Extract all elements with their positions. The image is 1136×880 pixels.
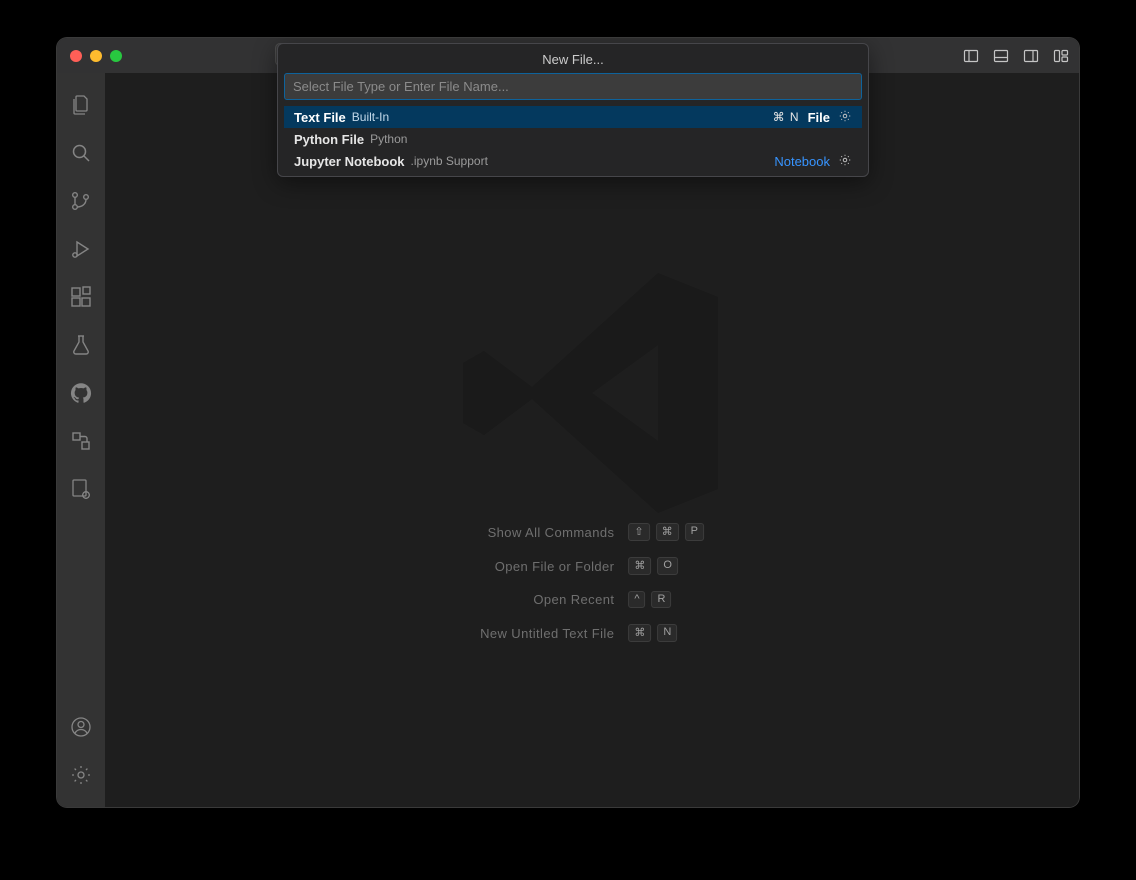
quick-item-name: Jupyter Notebook [294,154,405,169]
window-maximize-button[interactable] [110,50,122,62]
quick-item-name: Python File [294,132,364,147]
app-window: New File... [57,38,1079,807]
extensions-icon[interactable] [57,273,105,321]
window-close-button[interactable] [70,50,82,62]
hint-open-recent: Open Recent [480,592,614,607]
quick-item-name: Text File [294,110,346,125]
key: R [652,591,672,608]
quick-item-detail: Built-In [352,110,389,124]
key: O [657,557,678,575]
toggle-secondary-sidebar-icon[interactable] [1023,48,1039,64]
quick-input-text[interactable] [285,74,861,99]
run-debug-icon[interactable] [57,225,105,273]
hint-open-file-keys: ⌘ O [628,557,704,575]
toggle-primary-sidebar-icon[interactable] [963,48,979,64]
quick-item-text-file[interactable]: Text File Built-In ⌘ N File [284,106,862,128]
key: ⌘ [628,624,651,642]
hint-open-file: Open File or Folder [480,559,614,574]
traffic-lights [70,50,122,62]
quick-input-list: Text File Built-In ⌘ N File Python File … [284,106,862,172]
main-area: Show All Commands ⇧ ⌘ P Open File or Fol… [57,73,1079,807]
manage-gear-icon[interactable] [57,751,105,799]
gear-icon[interactable] [838,109,852,126]
gear-icon[interactable] [838,153,852,170]
key: P [685,523,704,541]
window-minimize-button[interactable] [90,50,102,62]
editor-area: Show All Commands ⇧ ⌘ P Open File or Fol… [105,73,1079,807]
quick-input-palette: New File... Text File Built-In ⌘ N File … [277,43,869,177]
watermark-hints: Show All Commands ⇧ ⌘ P Open File or Fol… [480,523,704,642]
source-control-icon[interactable] [57,177,105,225]
explorer-icon[interactable] [57,81,105,129]
testing-icon[interactable] [57,321,105,369]
hint-show-commands: Show All Commands [480,525,614,540]
vscode-logo-icon [442,243,742,546]
quick-item-jupyter-notebook[interactable]: Jupyter Notebook .ipynb Support Notebook [284,150,862,172]
account-icon[interactable] [57,703,105,751]
hint-new-file: New Untitled Text File [480,626,614,641]
quick-input-field[interactable] [284,73,862,100]
hint-new-file-keys: ⌘ N [628,624,704,642]
quick-item-detail: Python [370,132,407,146]
quick-item-category: Notebook [774,154,830,169]
hint-show-commands-keys: ⇧ ⌘ P [628,523,704,541]
key: ⌘ [656,523,679,541]
toggle-panel-icon[interactable] [993,48,1009,64]
quick-item-detail: .ipynb Support [411,154,488,168]
key: N [657,624,677,642]
settings-profile-icon[interactable] [57,465,105,513]
key: ⇧ [628,523,649,541]
hint-open-recent-keys: ^ R [628,591,704,608]
quick-item-shortcut: ⌘ N [773,110,800,124]
quick-item-python-file[interactable]: Python File Python [284,128,862,150]
layout-controls [963,48,1069,64]
key: ⌘ [628,557,651,575]
key: ^ [628,591,645,608]
search-icon[interactable] [57,129,105,177]
customize-layout-icon[interactable] [1053,48,1069,64]
github-icon[interactable] [57,369,105,417]
quick-input-title: New File... [284,50,862,73]
references-icon[interactable] [57,417,105,465]
activity-bar [57,73,105,807]
quick-item-category: File [808,110,830,125]
